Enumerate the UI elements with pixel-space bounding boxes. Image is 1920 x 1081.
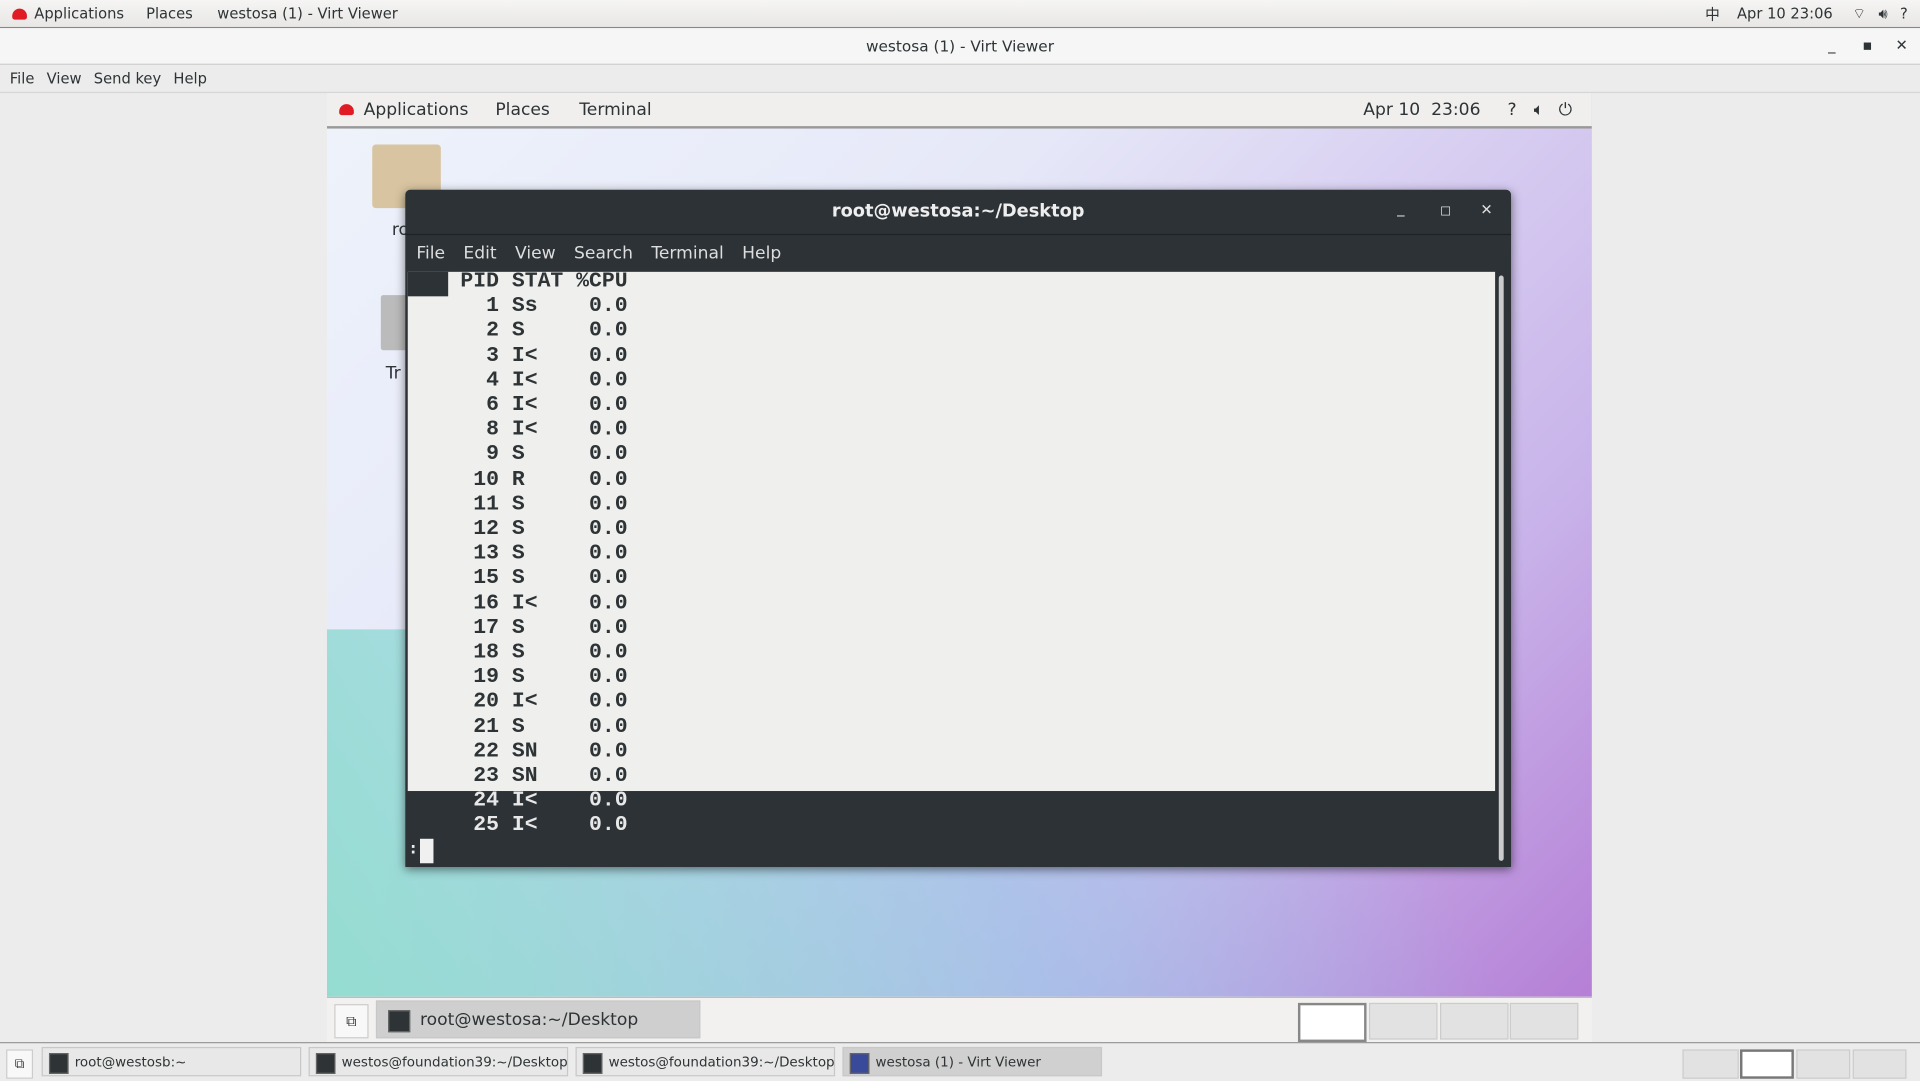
ps-row: 20 I< 0.0: [460, 689, 628, 715]
menu-edit[interactable]: Edit: [463, 244, 496, 264]
ps-output: PID STAT %CPU 1 Ss 0.0 2 S 0.0 3 I< 0.0 …: [460, 269, 627, 838]
task-item-active[interactable]: westosa (1) - Virt Viewer: [842, 1046, 1103, 1077]
menu-file[interactable]: File: [416, 244, 445, 264]
cursor: [420, 838, 434, 864]
terminal-icon: [48, 1053, 69, 1074]
show-desktop-icon[interactable]: ⧉: [6, 1049, 34, 1079]
volume-icon[interactable]: 🔊︎: [1878, 4, 1887, 22]
trash-label[interactable]: Tr: [386, 364, 401, 384]
menu-file[interactable]: File: [10, 70, 35, 87]
terminal-icon: [388, 1010, 411, 1033]
close-button[interactable]: ✕: [1480, 201, 1492, 218]
trash-icon[interactable]: [380, 295, 408, 351]
guest-clock[interactable]: Apr 10 23:06: [1363, 100, 1480, 120]
workspace-1[interactable]: [1682, 1049, 1739, 1079]
ps-header: PID STAT %CPU: [460, 269, 628, 294]
ps-row: 18 S 0.0: [460, 640, 628, 665]
terminal-icon: [315, 1053, 336, 1074]
ps-row: 9 S 0.0: [460, 442, 628, 468]
task-label: root@westosb:~: [74, 1054, 187, 1071]
clock[interactable]: Apr 10 23:06: [1737, 5, 1833, 22]
ps-row: 24 I< 0.0: [460, 788, 628, 814]
ps-row: 17 S 0.0: [460, 615, 628, 641]
terminal-title: root@westosa:~/Desktop: [405, 190, 1512, 236]
guest-top-bar: Applications Places Terminal Apr 10 23:0…: [326, 93, 1592, 129]
ps-row: 22 SN 0.0: [460, 739, 628, 764]
ps-row: 2 S 0.0: [460, 318, 628, 344]
minimize-button[interactable]: _: [1397, 200, 1404, 217]
places-menu[interactable]: Places: [146, 5, 193, 22]
prompt: :: [410, 840, 417, 858]
ps-row: 11 S 0.0: [460, 492, 628, 517]
power-icon[interactable]: ⏻: [1559, 100, 1573, 120]
ps-row: 8 I< 0.0: [460, 417, 628, 443]
redhat-icon: [12, 7, 27, 19]
workspace-3[interactable]: [1796, 1049, 1851, 1079]
task-item[interactable]: root@westosb:~: [41, 1046, 302, 1077]
maximize-button[interactable]: ▪: [1862, 28, 1872, 64]
menu-help[interactable]: Help: [742, 244, 781, 264]
workspace-2[interactable]: [1368, 1002, 1438, 1040]
ps-row: 3 I< 0.0: [460, 343, 628, 369]
ps-row: 6 I< 0.0: [460, 393, 628, 418]
ps-row: 19 S 0.0: [460, 665, 628, 690]
ps-row: 4 I< 0.0: [460, 368, 628, 393]
window-title: westosa (1) - Virt Viewer: [865, 36, 1054, 56]
scrollbar[interactable]: [1498, 275, 1504, 861]
ps-row: 13 S 0.0: [460, 541, 628, 567]
task-label: westos@foundation39:~/Desktop: [341, 1054, 568, 1071]
menu-send-key[interactable]: Send key: [94, 70, 161, 87]
terminal-window: root@westosa:~/Desktop _ ◻ ✕ File Edit V…: [405, 189, 1512, 867]
guest-places-menu[interactable]: Places: [495, 100, 550, 120]
workspace-1[interactable]: [1297, 1002, 1367, 1043]
task-label: westosa (1) - Virt Viewer: [875, 1054, 1041, 1071]
virt-viewer-icon: [849, 1053, 870, 1074]
show-desktop-icon[interactable]: ⧉: [334, 1004, 369, 1039]
viewer-titlebar: westosa (1) - Virt Viewer _ ▪ ✕: [0, 28, 1920, 65]
guest-taskbar: ⧉ root@westosa:~/Desktop: [326, 996, 1592, 1044]
guest-applications-menu[interactable]: Applications: [364, 100, 469, 120]
ps-row: 21 S 0.0: [460, 714, 628, 740]
redhat-icon: [339, 104, 354, 116]
host-taskbar: ⧉ root@westosb:~ westos@foundation39:~/D…: [0, 1042, 1920, 1081]
workspace-4[interactable]: [1852, 1049, 1907, 1079]
ps-row: 1 Ss 0.0: [460, 294, 628, 319]
close-button[interactable]: ✕: [1896, 28, 1908, 64]
active-window-label[interactable]: westosa (1) - Virt Viewer: [217, 5, 397, 22]
menu-help[interactable]: Help: [173, 70, 207, 87]
menu-terminal[interactable]: Terminal: [651, 244, 723, 264]
task-item[interactable]: westos@foundation39:~/Desktop: [308, 1046, 569, 1077]
ps-row: 10 R 0.0: [460, 467, 628, 492]
menu-search[interactable]: Search: [574, 244, 633, 264]
guest-task-terminal[interactable]: root@westosa:~/Desktop: [375, 1000, 701, 1039]
task-item[interactable]: westos@foundation39:~/Desktop: [575, 1046, 836, 1077]
ps-row: 12 S 0.0: [460, 516, 628, 542]
terminal-icon: [582, 1053, 603, 1074]
volume-icon[interactable]: 🔈︎: [1534, 100, 1544, 120]
guest-terminal-menu[interactable]: Terminal: [579, 100, 651, 120]
minimize-button[interactable]: _: [1828, 28, 1835, 64]
maximize-button[interactable]: ◻: [1440, 202, 1451, 218]
workspace-3[interactable]: [1440, 1002, 1509, 1040]
menu-view[interactable]: View: [47, 70, 82, 87]
viewer-menubar: File View Send key Help: [0, 64, 1920, 94]
workspace-2[interactable]: [1740, 1049, 1794, 1079]
ps-row: 25 I< 0.0: [460, 813, 628, 839]
wifi-icon[interactable]: ⌔: [1852, 4, 1866, 22]
terminal-menubar: File Edit View Search Terminal Help: [405, 235, 1511, 272]
workspace-4[interactable]: [1509, 1002, 1579, 1040]
task-label: westos@foundation39:~/Desktop: [608, 1054, 835, 1071]
menu-view[interactable]: View: [515, 244, 556, 264]
ps-row: 23 SN 0.0: [460, 764, 628, 789]
help-icon[interactable]: ?: [1900, 5, 1908, 22]
ps-row: 16 I< 0.0: [460, 590, 628, 616]
accessibility-icon[interactable]: ?: [1507, 100, 1516, 120]
host-top-bar: Applications Places westosa (1) - Virt V…: [0, 0, 1920, 29]
task-label: root@westosa:~/Desktop: [420, 1010, 639, 1030]
ps-row: 15 S 0.0: [460, 566, 628, 591]
applications-menu[interactable]: Applications: [34, 5, 124, 22]
input-method-indicator[interactable]: 中: [1705, 3, 1720, 24]
